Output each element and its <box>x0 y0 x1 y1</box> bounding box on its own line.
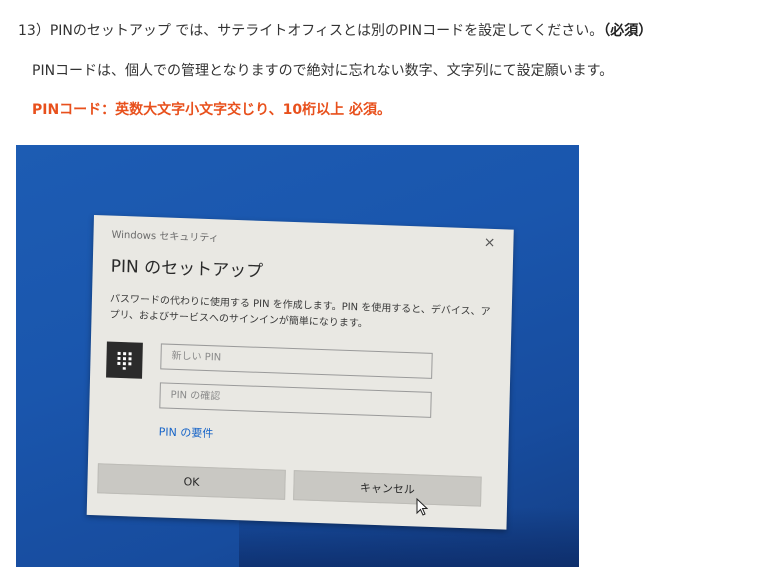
dialog-header: Windows セキュリティ <box>111 229 219 245</box>
screenshot-photo: Windows セキュリティ × PIN のセットアップ パスワードの代わりに使… <box>16 145 579 567</box>
step-13-instruction: 13）PINのセットアップ では、サテライトオフィスとは別のPINコードを設定し… <box>18 20 652 40</box>
step-13-text: 13）PINのセットアップ では、サテライトオフィスとは別のPINコードを設定し… <box>18 23 604 39</box>
confirm-pin-input[interactable]: PIN の確認 <box>159 382 432 418</box>
keypad-icon <box>106 341 143 379</box>
new-pin-input[interactable]: 新しい PIN <box>160 343 433 379</box>
pin-requirements-link[interactable]: PIN の要件 <box>159 423 214 441</box>
pin-note: PINコードは、個人での管理となりますので絶対に忘れない数字、文字列にて設定願い… <box>32 63 614 79</box>
close-icon[interactable]: × <box>484 235 496 251</box>
dialog-title: PIN のセットアップ <box>110 256 264 282</box>
required-badge: （必須） <box>603 23 653 39</box>
dialog-description: パスワードの代わりに使用する PIN を作成します。PIN を使用すると、デバイ… <box>109 293 491 330</box>
mouse-cursor-icon <box>416 498 428 516</box>
cancel-button[interactable]: キャンセル <box>293 470 482 507</box>
pin-requirement-note: PINコード：英数大文字小文字交じり、10桁以上 必須。 <box>32 102 391 118</box>
ok-button[interactable]: OK <box>97 463 286 500</box>
pin-setup-dialog: Windows セキュリティ × PIN のセットアップ パスワードの代わりに使… <box>86 215 514 530</box>
